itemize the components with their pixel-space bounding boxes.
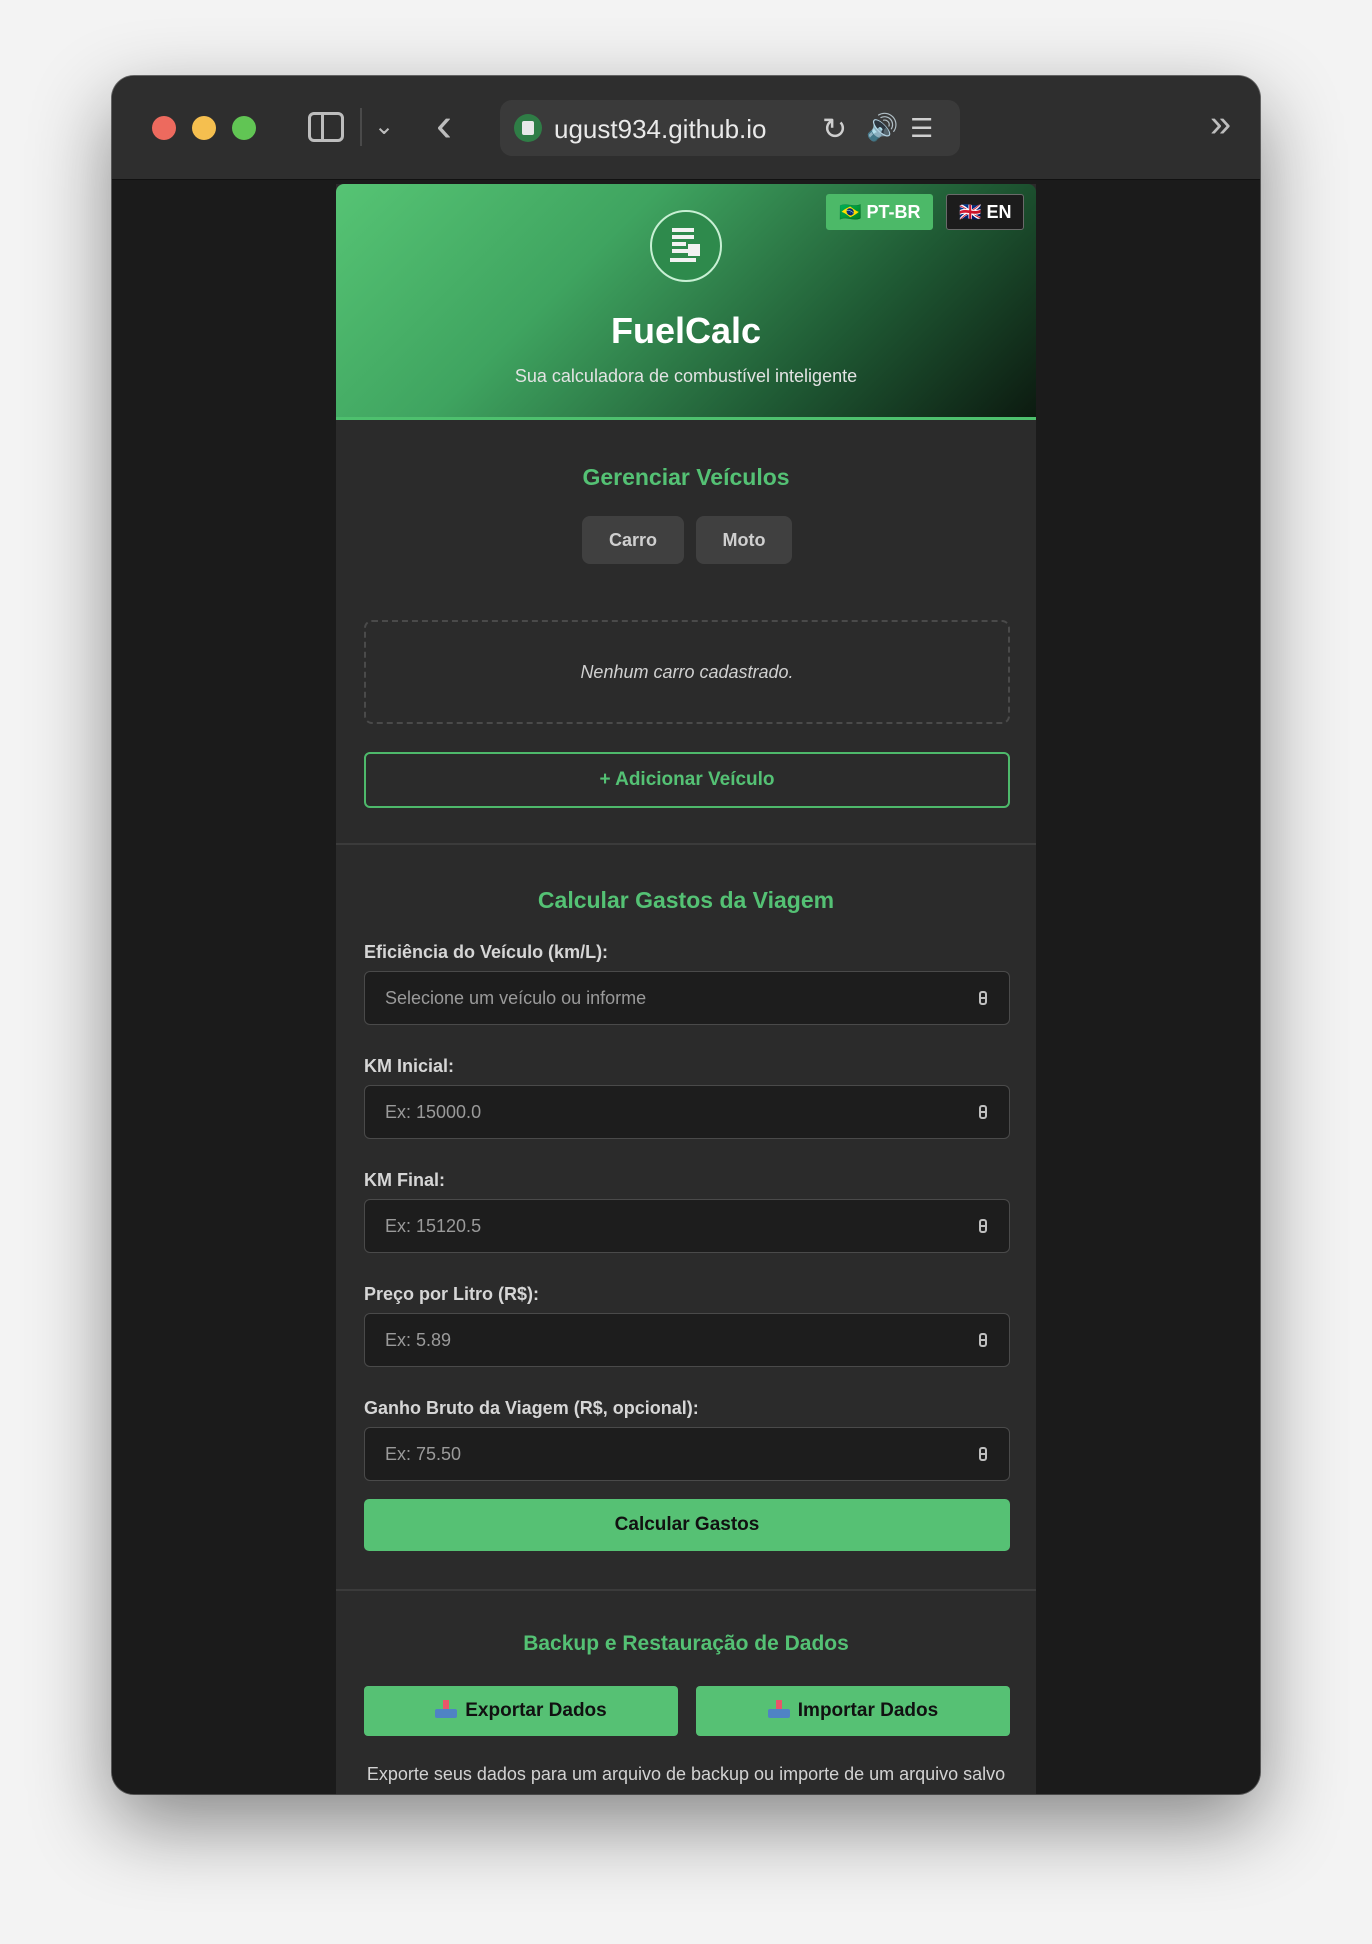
calculate-button[interactable]: Calcular Gastos <box>364 1499 1010 1551</box>
brazil-flag-icon: 🇧🇷 <box>839 202 862 222</box>
km-end-label: KM Final: <box>364 1170 445 1190</box>
vehicle-type-car-button[interactable]: Carro <box>582 516 684 564</box>
efficiency-label: Eficiência do Veículo (km/L): <box>364 942 609 962</box>
km-start-input[interactable] <box>365 1086 1009 1138</box>
number-spinner-icon[interactable] <box>979 1333 987 1347</box>
km-start-field[interactable] <box>364 1085 1010 1139</box>
double-chevron-right-icon[interactable]: » <box>1210 104 1231 144</box>
back-arrow-icon[interactable]: ‹ <box>436 102 452 150</box>
gross-gain-input[interactable] <box>365 1428 1009 1480</box>
sidebar-icon[interactable] <box>308 112 344 142</box>
page-viewport: 🇧🇷 PT-BR 🇬🇧 EN FuelCalc Sua calculadora … <box>112 181 1260 1794</box>
price-label: Preço por Litro (R$): <box>364 1284 540 1304</box>
app-logo <box>650 210 722 282</box>
add-vehicle-button[interactable]: + Adicionar Veículo <box>364 752 1010 808</box>
vehicles-section-title: Gerenciar Veículos <box>582 464 790 490</box>
gross-gain-field[interactable] <box>364 1427 1010 1481</box>
gross-gain-label: Ganho Bruto da Viagem (R$, opcional): <box>364 1398 699 1418</box>
km-end-field[interactable] <box>364 1199 1010 1253</box>
number-spinner-icon[interactable] <box>979 1219 987 1233</box>
reload-icon[interactable]: ↻ <box>822 112 847 147</box>
fuelcalc-app: 🇧🇷 PT-BR 🇬🇧 EN FuelCalc Sua calculadora … <box>336 184 1036 1794</box>
zoom-window-button[interactable] <box>232 116 256 140</box>
lang-pt-br-button[interactable]: 🇧🇷 PT-BR <box>826 194 934 230</box>
lang-label: PT-BR <box>866 202 921 222</box>
section-divider <box>336 1589 1036 1591</box>
number-spinner-icon[interactable] <box>979 991 987 1005</box>
app-header: 🇧🇷 PT-BR 🇬🇧 EN FuelCalc Sua calculadora … <box>336 184 1036 420</box>
empty-vehicle-list: Nenhum carro cadastrado. <box>364 620 1010 724</box>
calculator-pump-icon <box>670 228 702 264</box>
number-spinner-icon[interactable] <box>979 1447 987 1461</box>
trip-section-title: Calcular Gastos da Viagem <box>537 887 835 913</box>
section-divider <box>336 843 1036 845</box>
chevron-down-icon[interactable]: ⌄ <box>374 112 394 142</box>
km-end-input[interactable] <box>365 1200 1009 1252</box>
url-text[interactable]: ugust934.github.io <box>554 114 767 145</box>
lang-label: EN <box>986 202 1012 222</box>
address-bar[interactable]: ugust934.github.io ↻ 🔊 ☰ <box>500 100 960 156</box>
number-spinner-icon[interactable] <box>979 1105 987 1119</box>
price-field[interactable] <box>364 1313 1010 1367</box>
reader-icon[interactable]: ☰ <box>910 113 933 144</box>
speaker-icon[interactable]: 🔊 <box>866 112 898 143</box>
app-subtitle: Sua calculadora de combustível inteligen… <box>514 366 858 386</box>
vehicle-type-moto-button[interactable]: Moto <box>696 516 792 564</box>
export-data-button[interactable]: Exportar Dados <box>364 1686 678 1736</box>
app-title: FuelCalc <box>610 310 762 351</box>
km-start-label: KM Inicial: <box>364 1056 455 1076</box>
inbox-tray-icon <box>435 1700 458 1718</box>
toolbar-divider <box>360 108 362 146</box>
import-data-button[interactable]: Importar Dados <box>696 1686 1010 1736</box>
browser-titlebar: ⌄ ‹ ugust934.github.io ↻ 🔊 ☰ » <box>112 76 1260 180</box>
price-input[interactable] <box>365 1314 1009 1366</box>
import-label: Importar Dados <box>797 1700 939 1721</box>
uk-flag-icon: 🇬🇧 <box>959 202 982 222</box>
export-label: Exportar Dados <box>465 1700 607 1721</box>
browser-window: ⌄ ‹ ugust934.github.io ↻ 🔊 ☰ » 🇧🇷 PT-BR … <box>112 76 1260 1794</box>
lang-en-button[interactable]: 🇬🇧 EN <box>946 194 1025 230</box>
minimize-window-button[interactable] <box>192 116 216 140</box>
inbox-tray-icon <box>767 1700 790 1718</box>
close-window-button[interactable] <box>152 116 176 140</box>
efficiency-field[interactable] <box>364 971 1010 1025</box>
site-favicon-icon <box>514 114 542 142</box>
backup-description: Exporte seus dados para um arquivo de ba… <box>366 1764 1006 1784</box>
backup-section-title: Backup e Restauração de Dados <box>523 1632 849 1655</box>
efficiency-input[interactable] <box>365 972 1009 1024</box>
